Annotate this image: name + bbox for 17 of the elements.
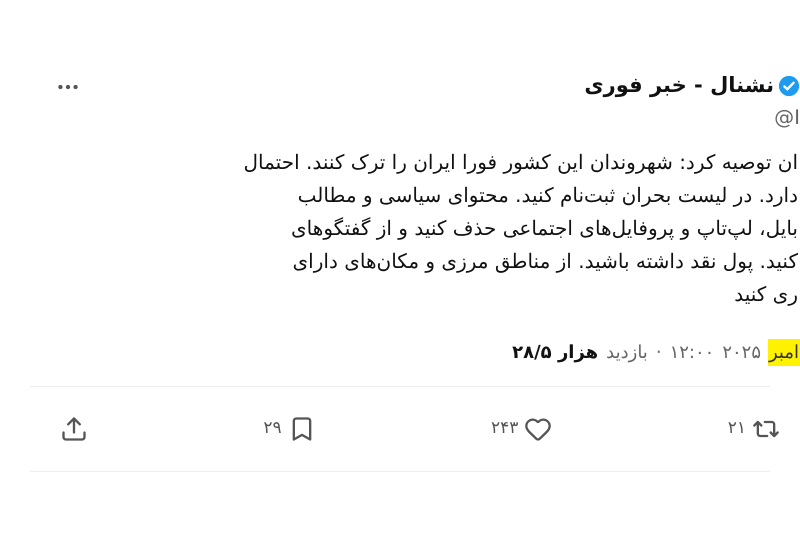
meta-text: · <box>654 340 663 364</box>
tweet-text-line: کنید. پول نقد داشته باشید. از مناطق مرزی و مکان‌های دارای <box>292 248 798 275</box>
retweet-count: ۲۱ <box>728 416 746 440</box>
meta-text: ۲۰۲۵ <box>721 340 762 364</box>
like-count: ۲۴۳ <box>490 416 518 440</box>
tweet-text-line: دارد. در لیست بحران ثبت‌نام کنید. محتوای سیاسی و مطالب <box>296 182 798 209</box>
tweet-text-line: ری کنید <box>733 280 798 308</box>
tweet-text-line: ان توصیه کرد: شهروندان این کشور فورا ایران را ترک کنند. احتمال <box>242 148 798 176</box>
meta-text: ۱۲:۰۰ <box>668 340 716 364</box>
author-handle: @I <box>774 104 800 130</box>
highlighted-date-text: امبر <box>768 338 800 366</box>
view-count: هزار ۲۸/۵ <box>511 340 600 364</box>
bookmark-count: ۲۹ <box>263 416 282 440</box>
meta-text: بازدید <box>605 340 649 364</box>
share-icon[interactable] <box>60 414 88 442</box>
author-name[interactable]: نشنال - خبر فوری <box>584 70 774 102</box>
tweet-text-line: بایل، لپ‌تاپ و پروفایل‌های اجتماعی حذف کنید و از گفتگوهای <box>290 214 798 242</box>
